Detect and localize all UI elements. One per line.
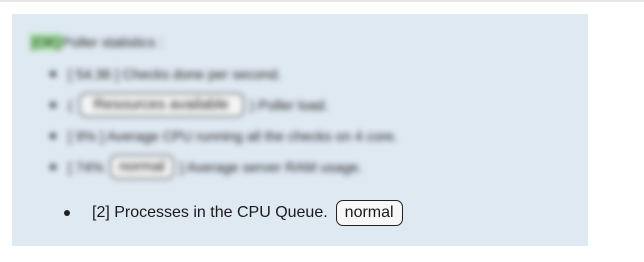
panel-header: [OK] Poller statistics : bbox=[30, 32, 588, 52]
item-text: [ 54.36 ] Checks done per second. bbox=[68, 65, 282, 82]
list-item: [ 54.36 ] Checks done per second. bbox=[50, 58, 588, 89]
panel-title: Poller statistics : bbox=[62, 34, 164, 50]
cpu-queue-item: [2] Processes in the CPU Queue. normal bbox=[64, 200, 403, 226]
list-item: [ 9% ] Average CPU running all the check… bbox=[50, 120, 588, 151]
top-divider bbox=[0, 0, 644, 2]
item-suffix: ) Poller load. bbox=[249, 96, 329, 113]
cpu-queue-status-badge: normal bbox=[335, 200, 403, 226]
resources-badge: Resources available bbox=[78, 92, 244, 117]
ok-status-tag: [OK] bbox=[30, 34, 63, 50]
item-prefix: ( bbox=[68, 96, 73, 113]
item-prefix: [ 74% bbox=[68, 158, 104, 175]
blurred-content: [OK] Poller statistics : [ 54.36 ] Checks… bbox=[30, 32, 588, 182]
list-item: ( Resources available ) Poller load. bbox=[50, 89, 588, 120]
stats-list: [ 54.36 ] Checks done per second. ( Reso… bbox=[30, 58, 588, 182]
list-item: [ 74% normal ] Average server RAM usage. bbox=[50, 151, 588, 182]
cpu-queue-text: [2] Processes in the CPU Queue. bbox=[92, 204, 328, 221]
item-text: [ 9% ] Average CPU running all the check… bbox=[68, 127, 398, 144]
ram-status-badge: normal bbox=[109, 154, 174, 179]
bullet-icon bbox=[64, 210, 70, 216]
item-suffix: ] Average server RAM usage. bbox=[179, 158, 363, 175]
